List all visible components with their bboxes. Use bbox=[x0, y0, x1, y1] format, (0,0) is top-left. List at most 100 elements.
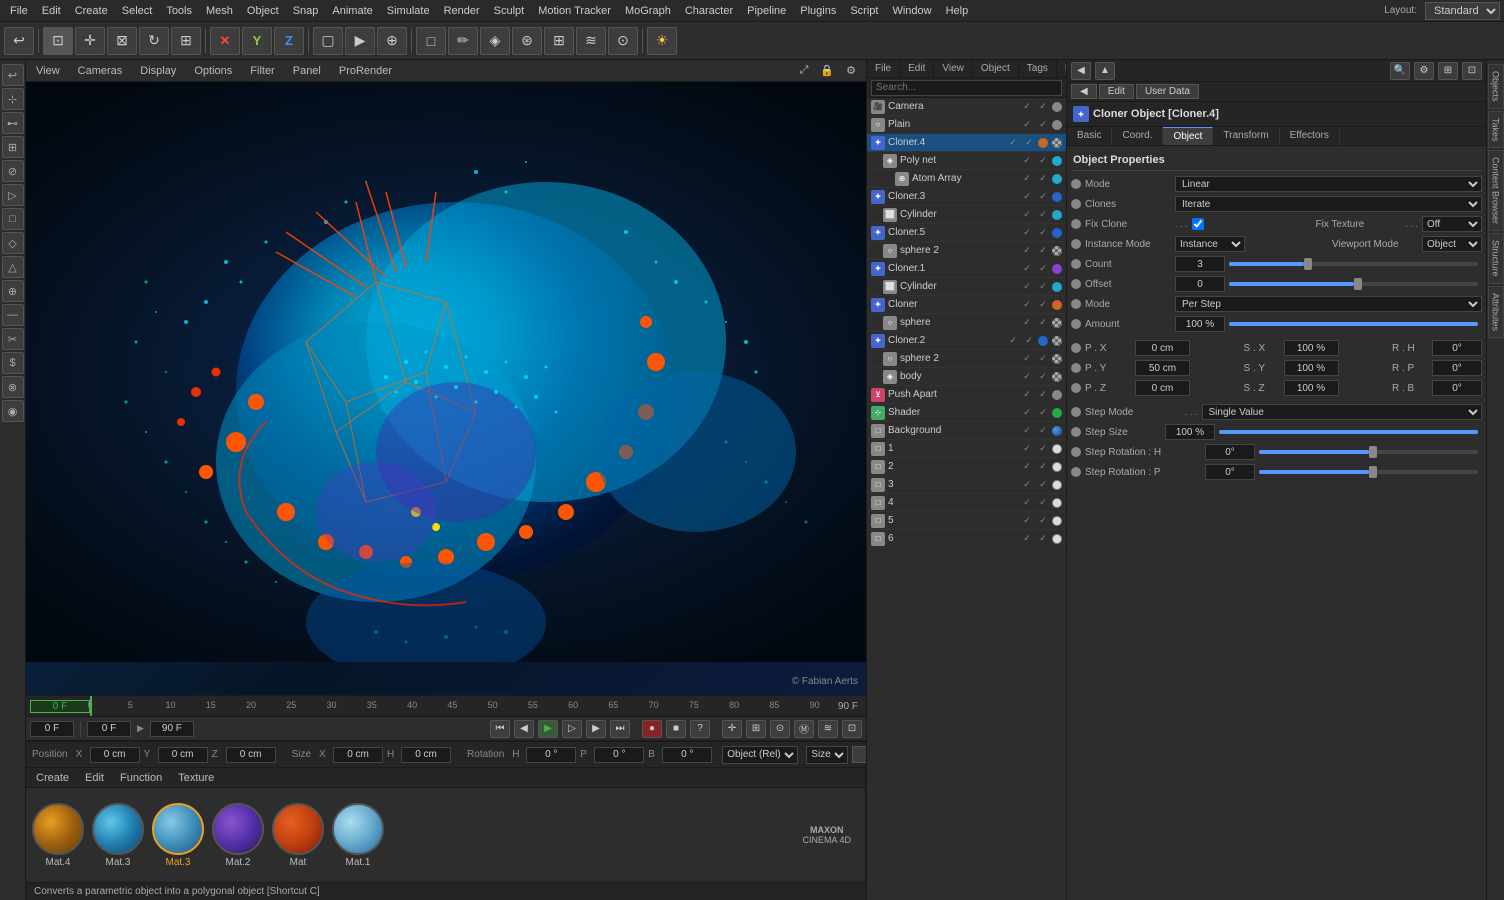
rot-h-input[interactable] bbox=[526, 747, 576, 763]
obj-atom-array[interactable]: ⊕ Atom Array ✓ ✓ bbox=[867, 170, 1066, 188]
obj-cloner1[interactable]: ✦ Cloner.1 ✓ ✓ bbox=[867, 260, 1066, 278]
ls-btn-5[interactable]: ⊘ bbox=[2, 160, 24, 182]
cube-btn[interactable]: □ bbox=[416, 27, 446, 55]
ipr-btn[interactable]: ⊕ bbox=[377, 27, 407, 55]
go-end-btn[interactable]: ⏭ bbox=[610, 720, 630, 738]
obj-render-cyl1[interactable]: ✓ bbox=[1036, 281, 1050, 293]
add-key-btn[interactable]: ✛ bbox=[722, 720, 742, 738]
tab-basic[interactable]: Basic bbox=[1067, 127, 1112, 145]
rh-input[interactable] bbox=[1432, 340, 1482, 356]
obj-render-c3[interactable]: ✓ bbox=[1036, 191, 1050, 203]
size-x-input[interactable] bbox=[333, 747, 383, 763]
obj-render-cyl3[interactable]: ✓ bbox=[1036, 209, 1050, 221]
pz-dot[interactable] bbox=[1071, 383, 1081, 393]
rotate-button[interactable]: ↻ bbox=[139, 27, 169, 55]
props-lock-btn[interactable]: ⊞ bbox=[1438, 62, 1458, 80]
offset-slider[interactable] bbox=[1229, 282, 1478, 286]
menu-mograph[interactable]: MoGraph bbox=[619, 3, 677, 19]
obj-2[interactable]: □ 2 ✓ ✓ bbox=[867, 458, 1066, 476]
move-button[interactable]: ✛ bbox=[75, 27, 105, 55]
fix-texture-select[interactable]: Off bbox=[1422, 216, 1482, 232]
timeline-track[interactable]: 0 5 10 15 20 25 30 35 40 45 50 55 60 65 … bbox=[90, 696, 822, 716]
mode-btn[interactable]: ◀ bbox=[1071, 84, 1097, 99]
pz-input[interactable] bbox=[1135, 380, 1190, 396]
menu-script[interactable]: Script bbox=[844, 3, 884, 19]
ls-btn-10[interactable]: ⊕ bbox=[2, 280, 24, 302]
x-axis-btn[interactable]: ✕ bbox=[210, 27, 240, 55]
count-input[interactable] bbox=[1175, 256, 1225, 272]
obj-vis-s2c5[interactable]: ✓ bbox=[1020, 245, 1034, 257]
step-rot-h-slider[interactable] bbox=[1259, 450, 1478, 454]
menu-character[interactable]: Character bbox=[679, 3, 739, 19]
menu-pipeline[interactable]: Pipeline bbox=[741, 3, 792, 19]
obj-render-polynet[interactable]: ✓ bbox=[1036, 155, 1050, 167]
obj-render-scl[interactable]: ✓ bbox=[1036, 317, 1050, 329]
obj-render-c2[interactable]: ✓ bbox=[1022, 335, 1036, 347]
py-dot[interactable] bbox=[1071, 363, 1081, 373]
stop-btn[interactable]: ■ bbox=[666, 720, 686, 738]
count-slider[interactable] bbox=[1229, 262, 1478, 266]
obj-5[interactable]: □ 5 ✓ ✓ bbox=[867, 512, 1066, 530]
obj-vis-polynet[interactable]: ✓ bbox=[1020, 155, 1034, 167]
record-btn[interactable]: ● bbox=[642, 720, 662, 738]
sz-input[interactable] bbox=[1284, 380, 1339, 396]
ls-btn-1[interactable]: ↩ bbox=[2, 64, 24, 86]
obj-vis-atom[interactable]: ✓ bbox=[1020, 173, 1034, 185]
rs-structure-tab[interactable]: Structure bbox=[1488, 233, 1504, 284]
count-dot[interactable] bbox=[1071, 259, 1081, 269]
step-mode-select[interactable]: Single Value bbox=[1202, 404, 1482, 420]
vp-prorender-tab[interactable]: ProRender bbox=[335, 63, 396, 79]
props-back-btn[interactable]: ◀ bbox=[1071, 62, 1091, 80]
vp-options-tab[interactable]: Options bbox=[190, 63, 236, 79]
obj-render-shader[interactable]: ✓ bbox=[1036, 407, 1050, 419]
amount-input[interactable] bbox=[1175, 316, 1225, 332]
menu-edit[interactable]: Edit bbox=[36, 3, 67, 19]
obj-vis-2[interactable]: ✓ bbox=[1020, 461, 1034, 473]
obj-vis-6[interactable]: ✓ bbox=[1020, 533, 1034, 545]
obj-vis-c2[interactable]: ✓ bbox=[1006, 335, 1020, 347]
obj-sphere2-c5[interactable]: ○ sphere 2 ✓ ✓ bbox=[867, 242, 1066, 260]
go-start-btn[interactable]: ⏮ bbox=[490, 720, 510, 738]
z-axis-btn[interactable]: Z bbox=[274, 27, 304, 55]
obj-vis-camera[interactable]: ✓ bbox=[1020, 101, 1034, 113]
mat-create-tab[interactable]: Create bbox=[32, 770, 73, 786]
ls-btn-14[interactable]: ⊗ bbox=[2, 376, 24, 398]
menu-window[interactable]: Window bbox=[886, 3, 937, 19]
rp-input[interactable] bbox=[1432, 360, 1482, 376]
user-data-btn[interactable]: User Data bbox=[1136, 84, 1199, 99]
material-slot-2[interactable]: Mat.2 bbox=[212, 803, 264, 868]
timeline-ruler[interactable]: 0 F 0 5 10 15 20 25 30 35 40 45 50 55 60… bbox=[26, 695, 866, 717]
size-select[interactable]: Size bbox=[806, 746, 848, 764]
obj-3[interactable]: □ 3 ✓ ✓ bbox=[867, 476, 1066, 494]
obj-tab-edit[interactable]: Edit bbox=[900, 60, 934, 77]
obj-vis-cyl3[interactable]: ✓ bbox=[1020, 209, 1034, 221]
vp-cameras-tab[interactable]: Cameras bbox=[74, 63, 127, 79]
edit-btn[interactable]: Edit bbox=[1099, 84, 1134, 99]
obj-render-3[interactable]: ✓ bbox=[1036, 479, 1050, 491]
obj-camera[interactable]: 🎥 Camera ✓ ✓ bbox=[867, 98, 1066, 116]
obj-vis-cyl1[interactable]: ✓ bbox=[1020, 281, 1034, 293]
props-search-btn[interactable]: 🔍 bbox=[1390, 62, 1410, 80]
ls-btn-13[interactable]: $ bbox=[2, 352, 24, 374]
start-frame-input[interactable] bbox=[87, 721, 131, 737]
mode-step-dot[interactable] bbox=[1071, 299, 1081, 309]
obj-render-pa[interactable]: ✓ bbox=[1036, 389, 1050, 401]
step-rot-p-slider[interactable] bbox=[1259, 470, 1478, 474]
obj-shader[interactable]: ⊹ Shader ✓ ✓ bbox=[867, 404, 1066, 422]
instance-mode-dot[interactable] bbox=[1071, 239, 1081, 249]
menu-mesh[interactable]: Mesh bbox=[200, 3, 239, 19]
tab-transform[interactable]: Transform bbox=[1213, 127, 1279, 145]
obj-6[interactable]: □ 6 ✓ ✓ bbox=[867, 530, 1066, 548]
light-btn[interactable]: ☀ bbox=[647, 27, 677, 55]
px-input[interactable] bbox=[1135, 340, 1190, 356]
mode-select[interactable]: Linear bbox=[1175, 176, 1482, 192]
menu-simulate[interactable]: Simulate bbox=[381, 3, 436, 19]
curves-btn[interactable]: ⊡ bbox=[842, 720, 862, 738]
vp-panel-tab[interactable]: Panel bbox=[289, 63, 325, 79]
tab-coord[interactable]: Coord. bbox=[1112, 127, 1163, 145]
step-rot-h-input[interactable] bbox=[1205, 444, 1255, 460]
material-slot-3[interactable]: Mat.3 bbox=[92, 803, 144, 868]
mode-step-select[interactable]: Per Step bbox=[1175, 296, 1482, 312]
obj-background[interactable]: □ Background ✓ ✓ bbox=[867, 422, 1066, 440]
ls-btn-8[interactable]: ◇ bbox=[2, 232, 24, 254]
